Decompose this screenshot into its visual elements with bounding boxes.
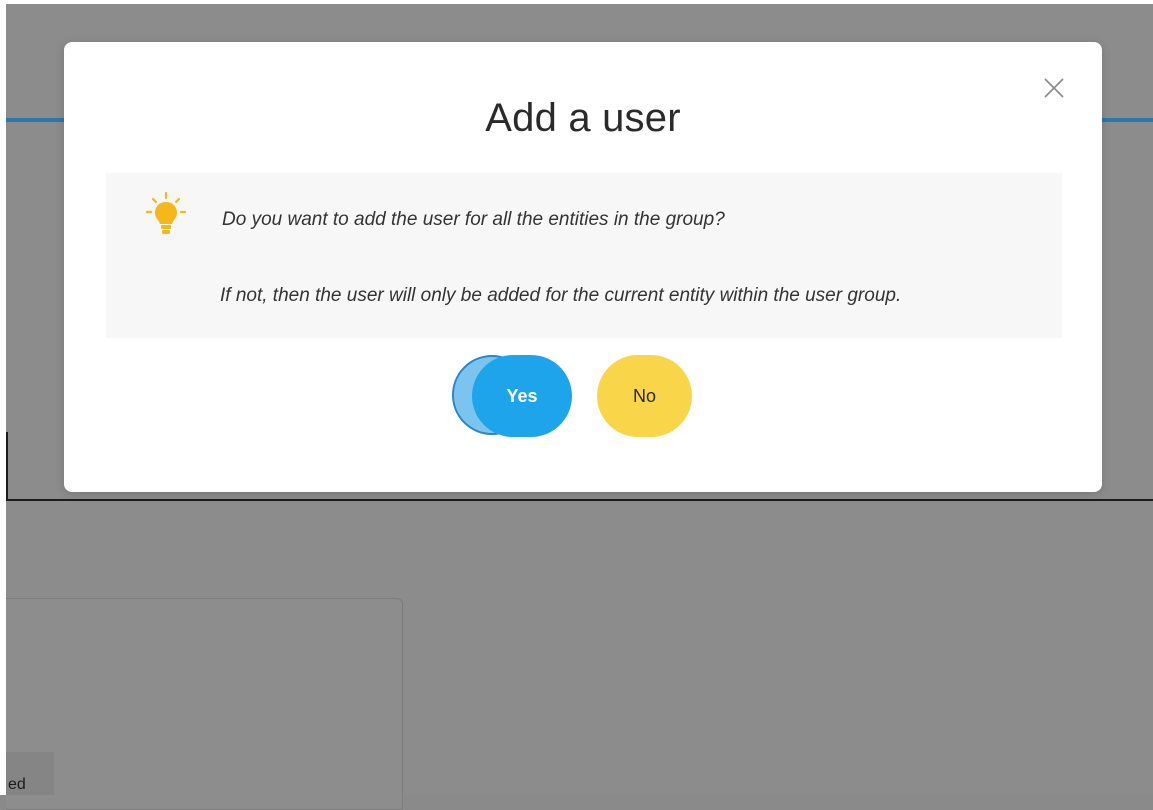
background-card [6, 598, 403, 810]
background-header-line-left [6, 118, 66, 122]
background-divider [6, 499, 1153, 501]
no-button[interactable]: No [597, 355, 692, 437]
yes-button[interactable]: Yes [472, 355, 572, 437]
info-panel: Do you want to add the user for all the … [106, 173, 1062, 338]
dialog-title: Add a user [485, 96, 681, 140]
background-partial-label: ed [8, 776, 26, 793]
close-button[interactable] [1041, 75, 1067, 101]
info-note: If not, then the user will only be added… [220, 285, 902, 306]
background-header-line-right [1100, 118, 1153, 122]
background-top-strip [0, 0, 1153, 4]
add-user-dialog: Add a user Do you want to add the user f… [64, 42, 1102, 492]
background-divider-vertical [6, 432, 8, 501]
info-question: Do you want to add the user for all the … [222, 209, 725, 230]
close-icon [1044, 78, 1064, 98]
lightbulb-icon [144, 191, 188, 241]
yes-button-group: Yes [452, 355, 576, 437]
